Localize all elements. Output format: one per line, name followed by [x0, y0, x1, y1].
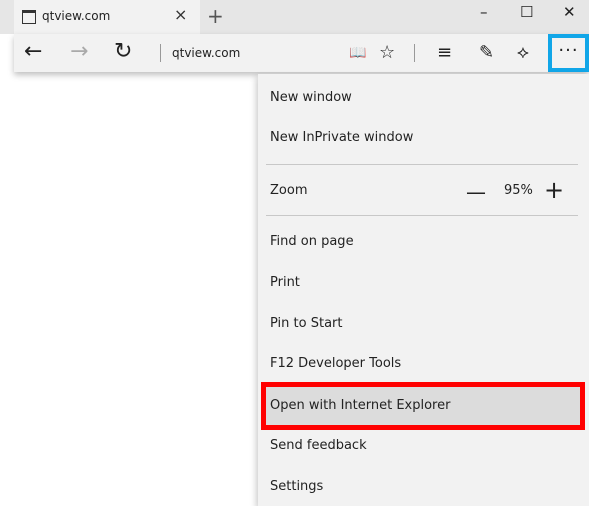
hub-icon[interactable]: ≡ [437, 40, 452, 66]
menu-item-print[interactable]: Print [270, 275, 300, 290]
zoom-in-button[interactable]: + [544, 176, 564, 204]
minimize-button[interactable]: – [480, 3, 488, 21]
menu-item-zoom: Zoom [270, 183, 308, 198]
menu-item-send-feedback[interactable]: Send feedback [270, 438, 367, 453]
refresh-button[interactable]: ↻ [114, 38, 132, 66]
new-tab-button[interactable]: + [207, 4, 224, 28]
menu-item-find-on-page[interactable]: Find on page [270, 234, 354, 249]
menu-item-new-inprivate-window[interactable]: New InPrivate window [270, 130, 413, 145]
favorite-star-icon[interactable]: ☆ [379, 40, 395, 66]
tab-title: qtview.com [42, 9, 111, 23]
menu-divider [266, 215, 578, 216]
web-note-icon[interactable]: ✎ [479, 40, 494, 66]
more-actions-button[interactable]: ··· [548, 34, 589, 72]
menu-divider [266, 164, 578, 165]
close-window-button[interactable]: ✕ [563, 3, 576, 21]
navigation-bar [14, 34, 589, 72]
address-bar[interactable]: qtview.com [172, 46, 240, 60]
forward-button[interactable]: → [70, 38, 88, 66]
back-button[interactable]: ← [24, 38, 42, 66]
maximize-button[interactable]: ☐ [520, 3, 533, 21]
menu-item-new-window[interactable]: New window [270, 90, 352, 105]
reading-view-icon[interactable]: 📖 [349, 40, 366, 66]
menu-item-open-with-internet-explorer[interactable]: Open with Internet Explorer [270, 398, 450, 413]
tab-page-icon [22, 10, 36, 24]
toolbar-divider [414, 44, 415, 62]
zoom-out-button[interactable]: — [466, 180, 486, 204]
menu-item-f12-developer-tools[interactable]: F12 Developer Tools [270, 356, 401, 371]
share-icon[interactable]: ⟡ [517, 40, 529, 66]
zoom-level: 95% [504, 183, 533, 198]
menu-item-settings[interactable]: Settings [270, 479, 323, 494]
tab-close-icon[interactable]: × [174, 5, 187, 24]
menu-item-pin-to-start[interactable]: Pin to Start [270, 316, 342, 331]
address-divider [160, 44, 161, 62]
